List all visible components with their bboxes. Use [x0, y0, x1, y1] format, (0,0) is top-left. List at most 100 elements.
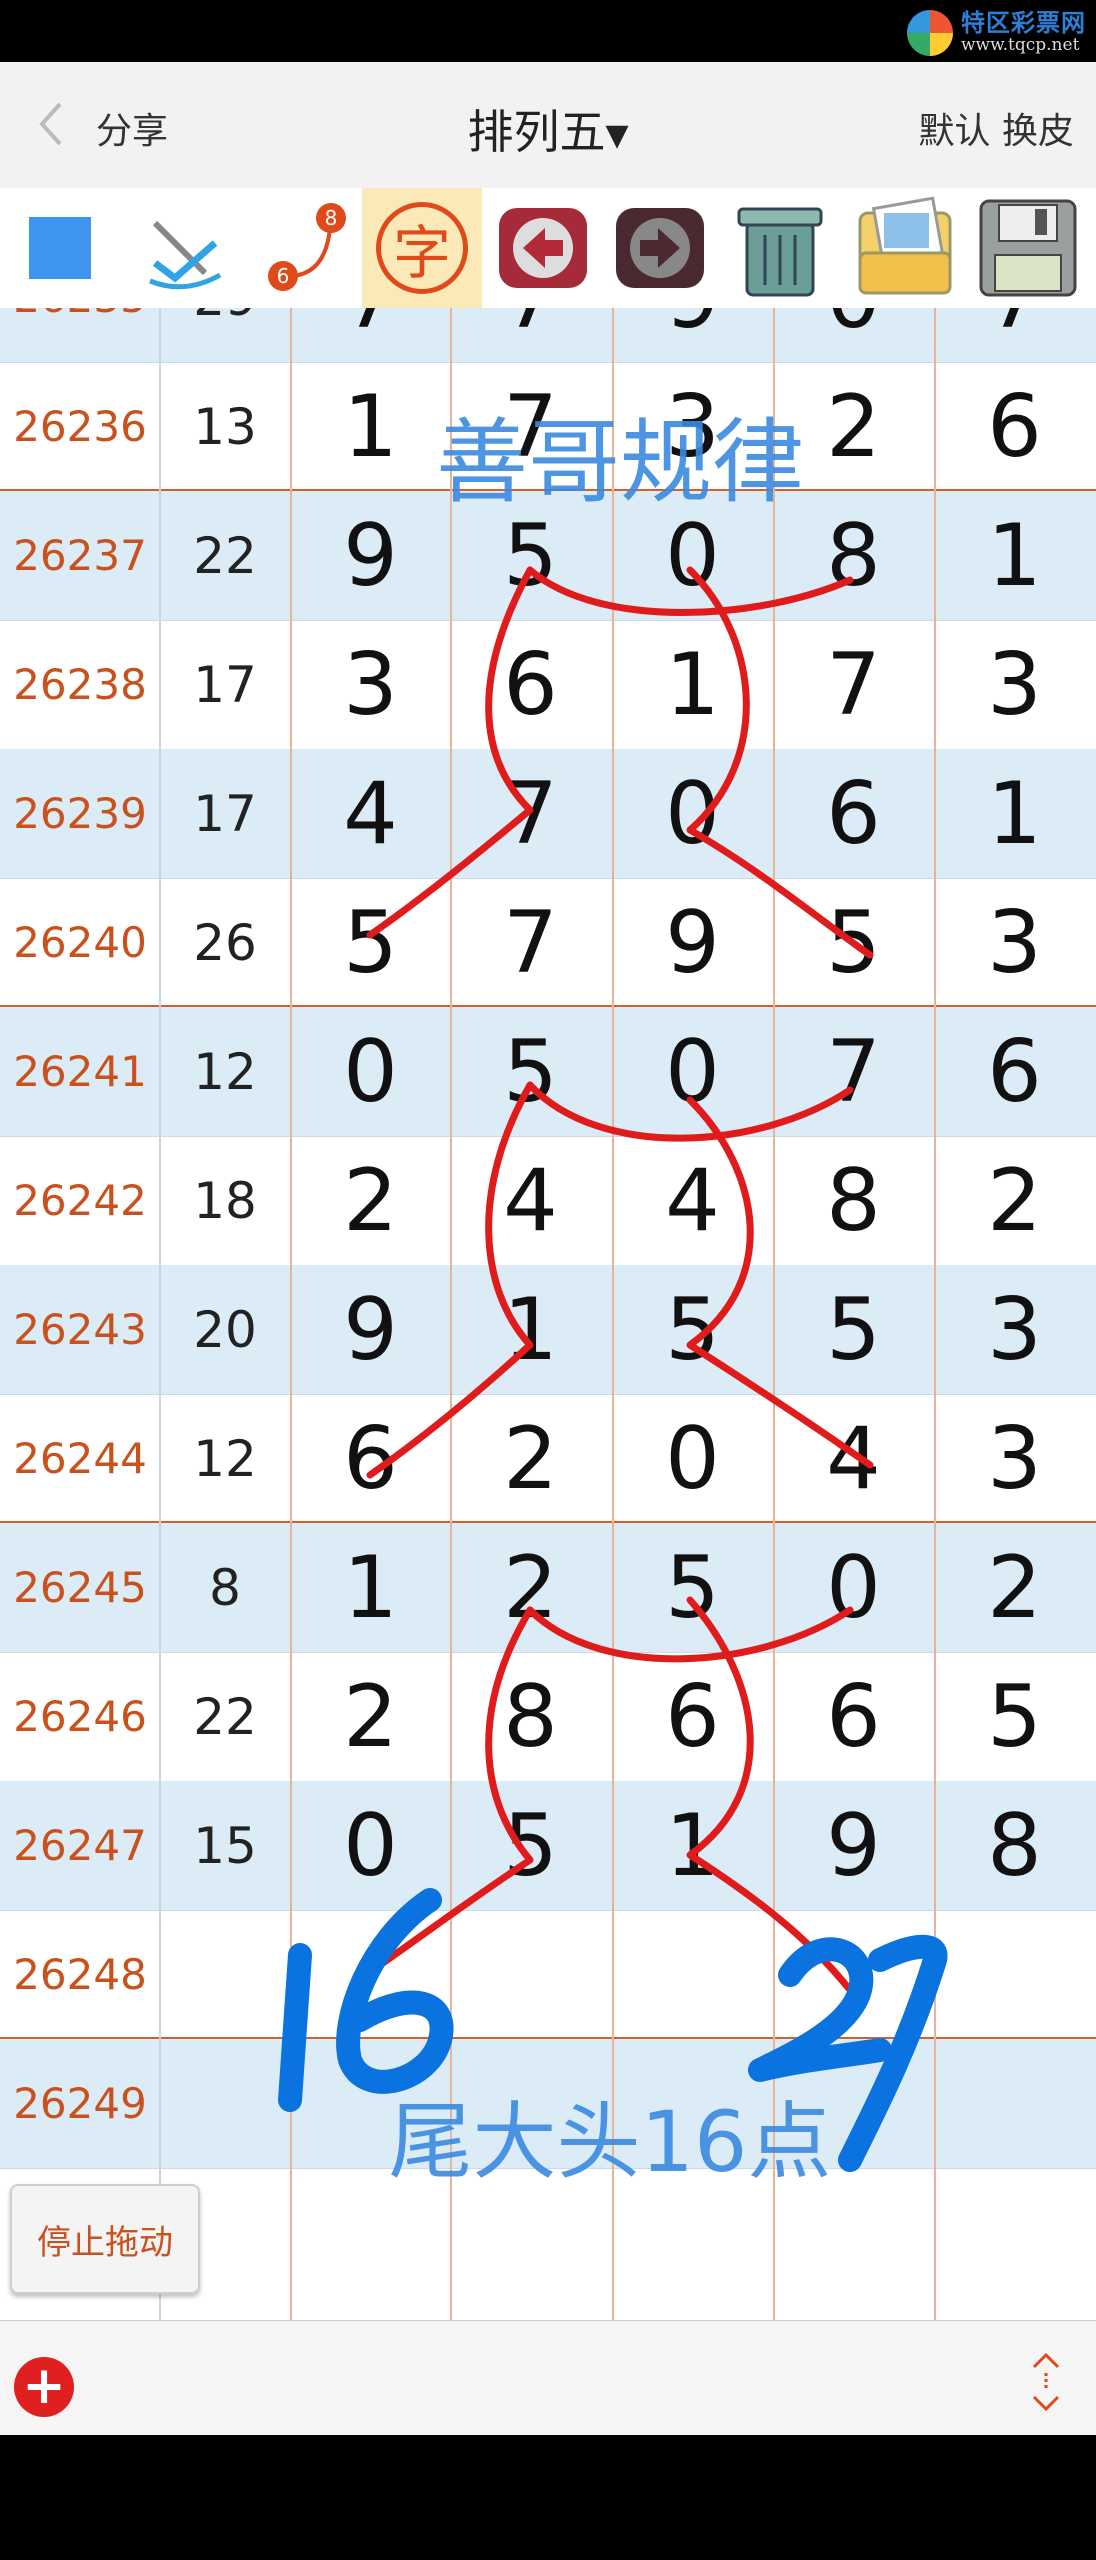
- draw-digit[interactable]: 4: [450, 1136, 611, 1265]
- draw-digit[interactable]: 9: [612, 878, 773, 1007]
- issue-number: 26239: [13, 789, 147, 838]
- draw-digit[interactable]: 2: [450, 1523, 611, 1652]
- draw-digit[interactable]: 7: [934, 308, 1095, 362]
- draw-digit[interactable]: 2: [290, 1136, 451, 1265]
- draw-digit[interactable]: 4: [290, 749, 451, 878]
- draw-digit[interactable]: 9: [612, 308, 773, 362]
- draw-digit[interactable]: 6: [773, 749, 934, 878]
- issue-number: 26242: [13, 1176, 147, 1225]
- digit-sum: 12: [193, 1429, 257, 1488]
- gallery-icon[interactable]: [846, 188, 964, 308]
- link-6-8-icon[interactable]: 8 6: [250, 188, 360, 308]
- draw-digit[interactable]: 0: [612, 1007, 773, 1136]
- issue-number: 26235: [0, 308, 160, 362]
- bottom-caption: 尾大头16点: [388, 2093, 832, 2191]
- draw-digit[interactable]: 5: [612, 1265, 773, 1394]
- digit-sum: 26: [193, 913, 257, 972]
- draw-digit[interactable]: 5: [773, 1265, 934, 1394]
- draw-digit[interactable]: 1: [290, 1523, 451, 1652]
- draw-digit[interactable]: 9: [773, 1781, 934, 1910]
- draw-digit[interactable]: 7: [450, 878, 611, 1007]
- draw-digit[interactable]: 1: [934, 749, 1095, 878]
- draw-digit[interactable]: 0: [290, 1781, 451, 1910]
- pen-check-icon[interactable]: [130, 188, 240, 308]
- draw-digit[interactable]: 2: [290, 1652, 451, 1781]
- digit-sum: 17: [193, 784, 257, 843]
- draw-digit[interactable]: 9: [290, 1265, 451, 1394]
- draw-digit[interactable]: [450, 1910, 611, 2039]
- drawing-toolbar: 8 6 字: [0, 188, 1096, 308]
- draw-digit[interactable]: 2: [934, 1523, 1095, 1652]
- table-row: 26239 17 4 7 0 6 1: [0, 749, 1096, 878]
- add-icon[interactable]: +: [14, 2357, 74, 2417]
- draw-digit[interactable]: 5: [450, 1007, 611, 1136]
- digit-sum: 20: [193, 1300, 257, 1359]
- draw-digit[interactable]: 6: [450, 620, 611, 749]
- redo-arrow-icon[interactable]: [605, 188, 715, 308]
- draw-digit[interactable]: [612, 1910, 773, 2039]
- draw-digit[interactable]: 8: [450, 1652, 611, 1781]
- draw-digit[interactable]: 5: [773, 878, 934, 1007]
- draw-digit[interactable]: 3: [934, 620, 1095, 749]
- draw-digit[interactable]: 2: [450, 1394, 611, 1523]
- draw-digit[interactable]: 6: [934, 1007, 1095, 1136]
- draw-digit[interactable]: 1: [450, 1265, 611, 1394]
- issue-number: 26246: [13, 1692, 147, 1741]
- draw-digit[interactable]: 8: [773, 1136, 934, 1265]
- draw-digit[interactable]: 7: [773, 620, 934, 749]
- draw-digit[interactable]: 0: [773, 308, 934, 362]
- issue-number: 26238: [13, 660, 147, 709]
- draw-digit[interactable]: 1: [612, 620, 773, 749]
- draw-digit[interactable]: 5: [612, 1523, 773, 1652]
- zi-character-icon[interactable]: 字: [362, 188, 482, 308]
- expand-vertical-icon[interactable]: [1026, 2349, 1066, 2415]
- draw-digit[interactable]: 7: [290, 308, 451, 362]
- draw-digit[interactable]: 6: [290, 1394, 451, 1523]
- draw-digit[interactable]: 6: [612, 1652, 773, 1781]
- link-number-8: 8: [325, 206, 338, 230]
- draw-digit[interactable]: 6: [773, 1652, 934, 1781]
- draw-digit[interactable]: 5: [934, 1652, 1095, 1781]
- digit-sum: 15: [193, 1816, 257, 1875]
- trash-icon[interactable]: [720, 188, 840, 308]
- grid-column-divider: [450, 308, 452, 2320]
- draw-digit[interactable]: 3: [290, 620, 451, 749]
- draw-digit[interactable]: 2: [934, 1136, 1095, 1265]
- watermark-url: www.tqcp.net: [961, 34, 1080, 55]
- draw-digit[interactable]: 3: [934, 1394, 1095, 1523]
- default-skin-actions[interactable]: 默认 换皮: [919, 102, 1074, 154]
- draw-digit[interactable]: [773, 1910, 934, 2039]
- draw-digit[interactable]: [290, 1910, 451, 2039]
- stop-drag-button[interactable]: 停止拖动: [10, 2184, 200, 2294]
- draw-digit[interactable]: 3: [934, 878, 1095, 1007]
- draw-digit[interactable]: 0: [612, 1394, 773, 1523]
- system-nav-bar: [0, 2435, 1096, 2560]
- grid-column-divider: [290, 308, 292, 2320]
- draw-digit[interactable]: 7: [773, 1007, 934, 1136]
- site-logo-icon: [907, 10, 953, 56]
- draw-digit[interactable]: [934, 1910, 1095, 2039]
- draw-digit[interactable]: 5: [290, 878, 451, 1007]
- undo-arrow-icon[interactable]: [490, 188, 595, 308]
- digit-sum: 18: [193, 1171, 257, 1230]
- draw-digit[interactable]: 3: [934, 1265, 1095, 1394]
- square-icon[interactable]: [10, 188, 110, 308]
- draw-digit[interactable]: 0: [612, 749, 773, 878]
- draw-digit[interactable]: 1: [612, 1781, 773, 1910]
- draw-digit[interactable]: 5: [450, 1781, 611, 1910]
- draw-digit[interactable]: 0: [773, 1523, 934, 1652]
- draw-digit[interactable]: 4: [612, 1136, 773, 1265]
- watermark: 特区彩票网 www.tqcp.net: [907, 6, 1086, 60]
- digit-sum: 29: [160, 308, 290, 362]
- table-row: 26246 22 2 8 6 6 5: [0, 1652, 1096, 1781]
- grid-column-divider: [773, 308, 775, 2320]
- app-header: 分享 排列五▼ 默认 换皮: [0, 62, 1096, 189]
- draw-digit[interactable]: 7: [450, 308, 611, 362]
- save-disk-icon[interactable]: [966, 188, 1090, 308]
- caret-down-icon: ▼: [605, 118, 629, 153]
- draw-digit[interactable]: 7: [450, 749, 611, 878]
- grid-column-divider: [159, 308, 161, 2320]
- draw-digit[interactable]: 8: [934, 1781, 1095, 1910]
- draw-digit[interactable]: 4: [773, 1394, 934, 1523]
- draw-digit[interactable]: 0: [290, 1007, 451, 1136]
